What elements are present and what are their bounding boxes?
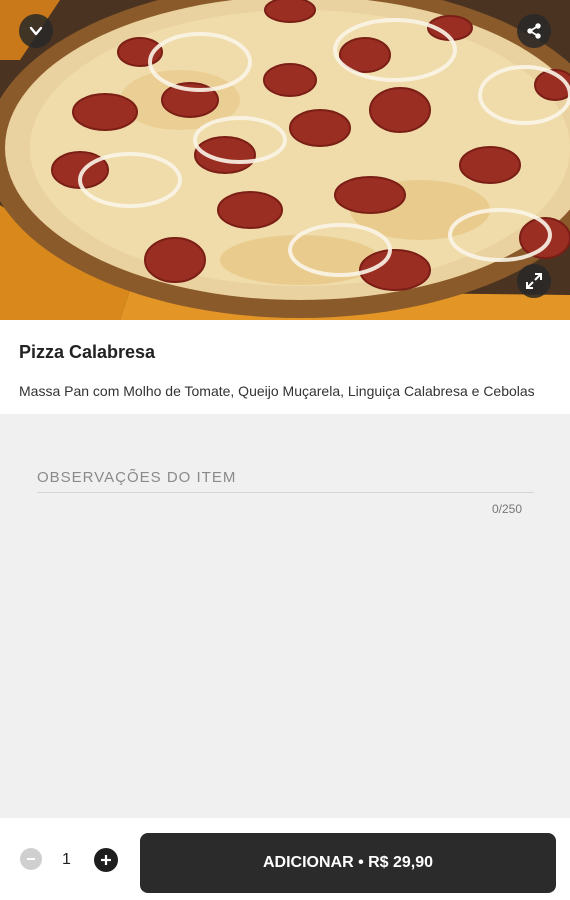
collapse-button[interactable] xyxy=(19,14,53,48)
plus-icon xyxy=(101,855,111,865)
notes-char-counter: 0/250 xyxy=(491,502,522,516)
product-info: Pizza Calabresa Massa Pan com Molho de T… xyxy=(0,320,570,414)
product-title: Pizza Calabresa xyxy=(19,342,156,362)
add-to-cart-button[interactable]: ADICIONAR • R$ 29,90 xyxy=(140,833,556,893)
share-button[interactable] xyxy=(517,14,551,48)
pizza-photo xyxy=(0,0,570,320)
chevron-down-icon xyxy=(29,26,43,36)
add-to-cart-bar: 1 ADICIONAR • R$ 29,90 xyxy=(0,818,570,900)
product-description: Massa Pan com Molho de Tomate, Queijo Mu… xyxy=(19,383,535,399)
increase-quantity-button[interactable] xyxy=(94,848,118,872)
share-icon xyxy=(527,23,541,39)
minus-icon xyxy=(27,858,35,860)
decrease-quantity-button[interactable] xyxy=(20,848,42,870)
product-image xyxy=(0,0,570,320)
item-notes: 0/250 xyxy=(37,466,534,516)
item-notes-input[interactable] xyxy=(37,466,534,493)
quantity-value: 1 xyxy=(62,851,71,868)
expand-icon xyxy=(526,273,542,289)
expand-image-button[interactable] xyxy=(517,264,551,298)
